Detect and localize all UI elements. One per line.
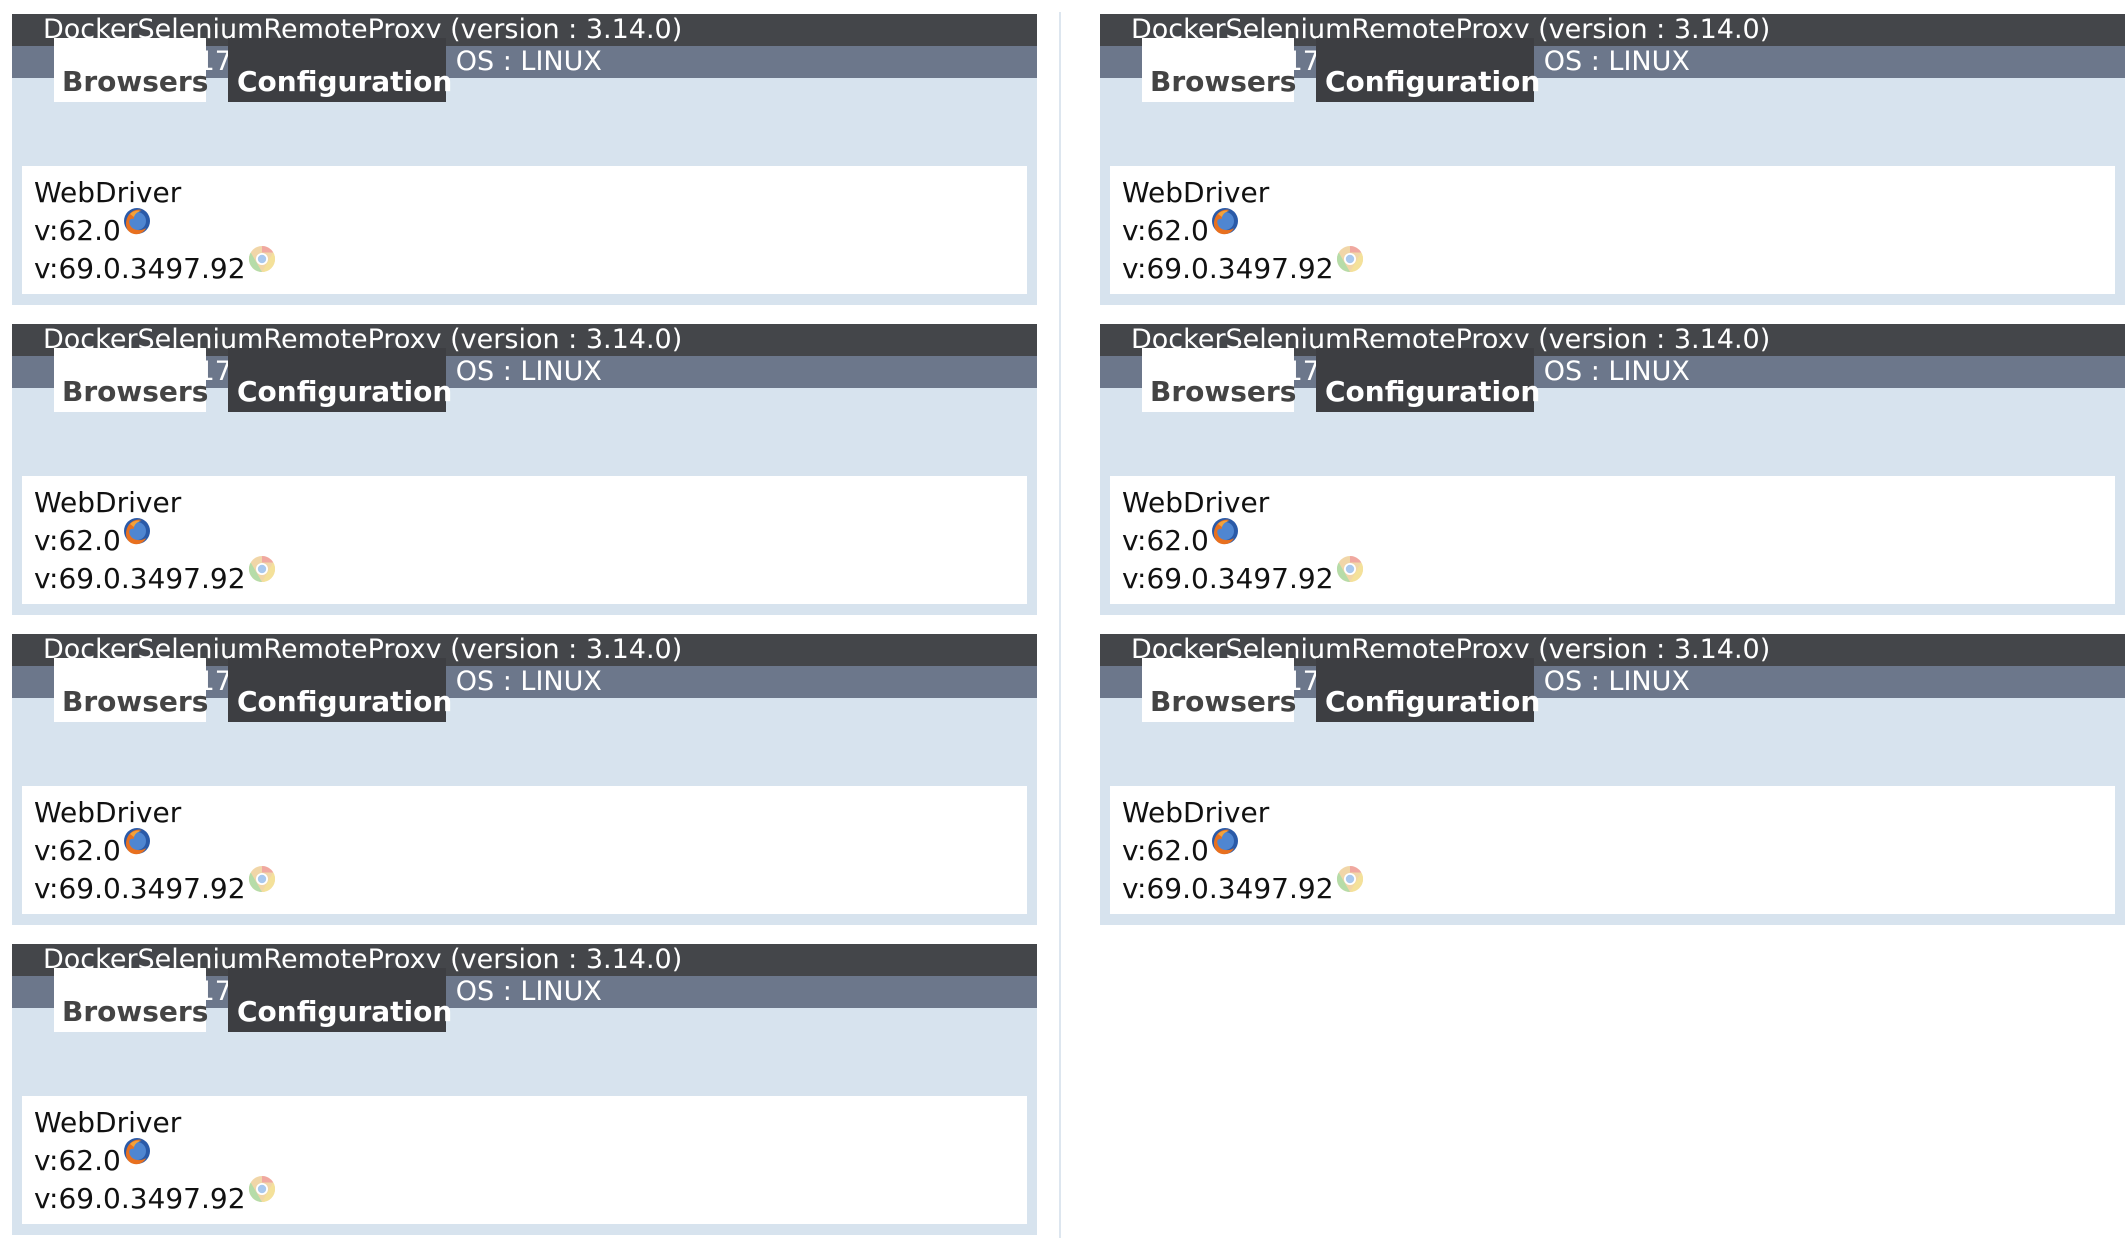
browsers-tab-content: WebDriver v:62.0 v:69.0.3497.92 [22,476,1027,604]
browser-version: v:69.0.3497.92 [1122,872,1334,905]
column-divider [1059,12,1061,1238]
browsers-tab-content: WebDriver v:62.0 v:69.0.3497.92 [22,1096,1027,1224]
tab-browsers[interactable]: Browsers [1142,38,1296,102]
tab-configuration[interactable]: Configuration [228,38,452,102]
proxy-panel: DockerSeleniumRemoteProxy (version : 3.1… [12,634,1037,925]
firefox-icon[interactable] [122,826,152,856]
browser-line: v:69.0.3497.92 [1122,865,2115,908]
proxy-column-right: DockerSeleniumRemoteProxy (version : 3.1… [1100,14,2125,944]
protocol-label: WebDriver [34,796,182,829]
proxy-panel: DockerSeleniumRemoteProxy (version : 3.1… [1100,324,2125,615]
browser-line: v:62.0 [34,518,1027,560]
proxy-panel: DockerSeleniumRemoteProxy (version : 3.1… [12,944,1037,1235]
tab-configuration[interactable]: Configuration [228,658,452,722]
browser-version: v:62.0 [34,1144,121,1177]
firefox-icon[interactable] [1210,206,1240,236]
firefox-icon[interactable] [122,206,152,236]
browser-version: v:62.0 [1122,834,1209,867]
tab-browsers[interactable]: Browsers [1142,348,1296,412]
chrome-icon[interactable] [1335,554,1365,584]
tab-configuration[interactable]: Configuration [1316,348,1540,412]
tab-browsers[interactable]: Browsers [54,968,208,1032]
firefox-icon[interactable] [122,1136,152,1166]
browser-line: v:62.0 [1122,208,2115,250]
browser-version: v:69.0.3497.92 [1122,562,1334,595]
browser-version: v:69.0.3497.92 [34,1182,246,1215]
protocol-label: WebDriver [34,1106,182,1139]
browsers-tab-content: WebDriver v:62.0 v:69.0.3497.92 [1110,166,2115,294]
firefox-icon[interactable] [1210,516,1240,546]
proxy-panel: DockerSeleniumRemoteProxy (version : 3.1… [1100,634,2125,925]
browser-line: v:62.0 [1122,828,2115,870]
browser-version: v:62.0 [34,524,121,557]
tab-browsers[interactable]: Browsers [1142,658,1296,722]
browser-line: v:69.0.3497.92 [34,555,1027,598]
browser-line: v:62.0 [34,1138,1027,1180]
browser-version: v:69.0.3497.92 [34,562,246,595]
chrome-icon[interactable] [247,554,277,584]
chrome-icon[interactable] [1335,244,1365,274]
tab-browsers[interactable]: Browsers [54,38,208,102]
chrome-icon[interactable] [247,864,277,894]
browser-line: v:62.0 [1122,518,2115,560]
browser-line: v:69.0.3497.92 [34,865,1027,908]
tab-configuration[interactable]: Configuration [228,348,452,412]
chrome-icon[interactable] [247,244,277,274]
browser-line: v:69.0.3497.92 [1122,555,2115,598]
proxy-panel: DockerSeleniumRemoteProxy (version : 3.1… [12,324,1037,615]
grid-console-page: DockerSeleniumRemoteProxy (version : 3.1… [0,0,2128,1238]
browser-version: v:62.0 [34,214,121,247]
proxy-panel: DockerSeleniumRemoteProxy (version : 3.1… [12,14,1037,305]
firefox-icon[interactable] [1210,826,1240,856]
browser-line: v:69.0.3497.92 [34,1175,1027,1218]
tab-configuration[interactable]: Configuration [1316,38,1540,102]
protocol-label: WebDriver [1122,796,1270,829]
browser-version: v:69.0.3497.92 [34,252,246,285]
browser-version: v:69.0.3497.92 [1122,252,1334,285]
browsers-tab-content: WebDriver v:62.0 v:69.0.3497.92 [1110,476,2115,604]
browser-version: v:62.0 [1122,214,1209,247]
protocol-label: WebDriver [1122,176,1270,209]
protocol-label: WebDriver [1122,486,1270,519]
protocol-label: WebDriver [34,486,182,519]
browsers-tab-content: WebDriver v:62.0 v:69.0.3497.92 [1110,786,2115,914]
proxy-column-left: DockerSeleniumRemoteProxy (version : 3.1… [12,14,1037,1238]
browser-line: v:62.0 [34,828,1027,870]
protocol-label: WebDriver [34,176,182,209]
browsers-tab-content: WebDriver v:62.0 v:69.0.3497.92 [22,166,1027,294]
tab-browsers[interactable]: Browsers [54,658,208,722]
browser-version: v:69.0.3497.92 [34,872,246,905]
browsers-tab-content: WebDriver v:62.0 v:69.0.3497.92 [22,786,1027,914]
chrome-icon[interactable] [1335,864,1365,894]
firefox-icon[interactable] [122,516,152,546]
browser-line: v:69.0.3497.92 [1122,245,2115,288]
browser-line: v:62.0 [34,208,1027,250]
browser-version: v:62.0 [34,834,121,867]
browser-line: v:69.0.3497.92 [34,245,1027,288]
proxy-panel: DockerSeleniumRemoteProxy (version : 3.1… [1100,14,2125,305]
browser-version: v:62.0 [1122,524,1209,557]
tab-browsers[interactable]: Browsers [54,348,208,412]
chrome-icon[interactable] [247,1174,277,1204]
tab-configuration[interactable]: Configuration [1316,658,1540,722]
tab-configuration[interactable]: Configuration [228,968,452,1032]
